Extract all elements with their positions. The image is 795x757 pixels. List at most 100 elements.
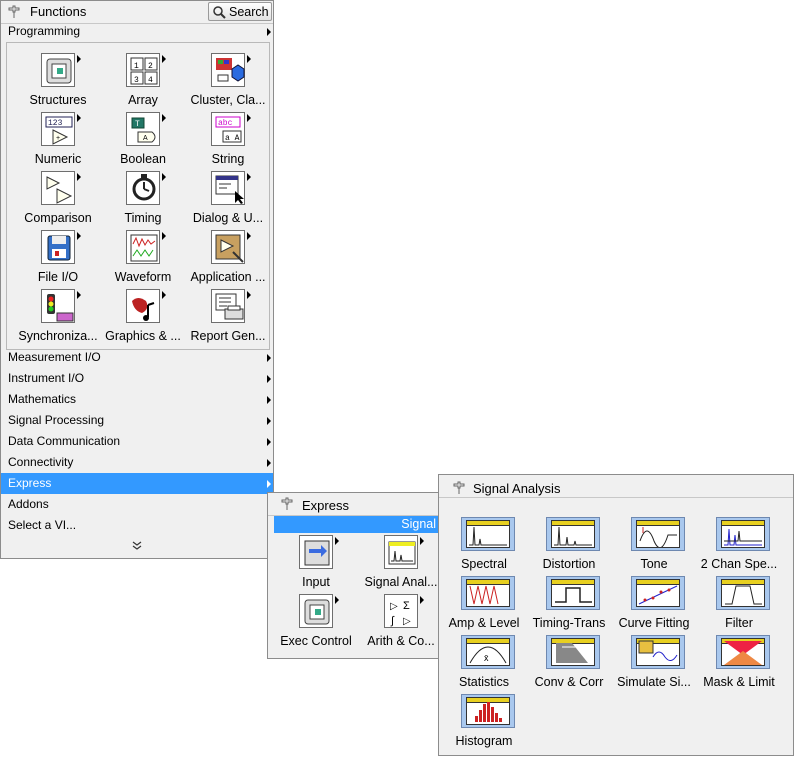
icon-frame xyxy=(126,171,160,205)
icon-frame xyxy=(631,517,685,551)
express-item-exec-control[interactable]: Exec Control xyxy=(273,594,359,653)
signal-analysis-item-mask-limit[interactable]: Mask & Limit xyxy=(696,635,782,694)
graphics-icon xyxy=(132,298,155,321)
icon-canvas xyxy=(636,579,680,607)
palette-item-report[interactable]: Report Gen... xyxy=(185,289,271,348)
palette-item-graphics[interactable]: Graphics & ... xyxy=(100,289,186,348)
palette-item-numeric[interactable]: 123 + Numeric xyxy=(15,112,101,171)
icon-frame xyxy=(211,289,245,323)
select-vi-label: Select a VI... xyxy=(8,518,77,532)
palette-item-label: File I/O xyxy=(37,270,79,284)
category-label: Express xyxy=(8,476,52,490)
icon-frame xyxy=(546,517,600,551)
signal-analysis-item-filter[interactable]: Filter xyxy=(696,576,782,635)
pin-icon[interactable] xyxy=(280,497,294,511)
category-label: Data Communication xyxy=(8,434,121,448)
submenu-arrow-icon xyxy=(77,55,81,63)
report-icon xyxy=(215,293,244,320)
pin-icon[interactable] xyxy=(7,5,21,19)
distortion-icon xyxy=(554,526,592,546)
category-programming[interactable]: Programming xyxy=(1,21,273,42)
functions-palette: Functions Search Programming Structures 1… xyxy=(0,0,274,559)
category-instrument-i-o[interactable]: Instrument I/O xyxy=(1,368,273,389)
programming-icon-grid: Structures 1 2 3 4 Array Cluster, Cla... 123 + Nu… xyxy=(6,42,270,350)
icon-canvas xyxy=(466,697,510,725)
icon-frame xyxy=(126,289,160,323)
palette-item-label: Boolean xyxy=(120,152,166,166)
palette-item-boolean[interactable]: T A Boolean xyxy=(100,112,186,171)
icon-canvas xyxy=(466,579,510,607)
icon-frame xyxy=(211,171,245,205)
palette-item-structures[interactable]: Structures xyxy=(15,53,101,112)
svg-text:123: 123 xyxy=(48,119,63,128)
signal-analysis-item-curve-fitting[interactable]: Curve Fitting xyxy=(611,576,697,635)
search-button[interactable]: Search xyxy=(208,2,272,21)
express-item-input[interactable]: Input xyxy=(273,535,359,594)
submenu-arrow-icon xyxy=(267,28,271,36)
palette-item-label: Timing xyxy=(124,211,162,225)
category-measurement-i-o[interactable]: Measurement I/O xyxy=(1,347,273,368)
signal-analysis-item-two-channel-spectral[interactable]: 2 Chan Spe... xyxy=(696,517,782,576)
double-chevron-down-icon[interactable] xyxy=(132,541,142,551)
icon-frame xyxy=(716,576,770,610)
signal-analysis-item-distortion[interactable]: Distortion xyxy=(526,517,612,576)
submenu-arrow-icon xyxy=(267,396,271,404)
curve-fitting-icon xyxy=(638,585,678,605)
palette-item-application[interactable]: Application ... xyxy=(185,230,271,289)
spectral-icon xyxy=(469,526,507,546)
signal-analysis-item-amp-level[interactable]: Amp & Level xyxy=(441,576,527,635)
palette-item-cluster[interactable]: Cluster, Cla... xyxy=(185,53,271,112)
palette-item-synchronization[interactable]: Synchroniza... xyxy=(15,289,101,348)
palette-item-dialog[interactable]: Dialog & U... xyxy=(185,171,271,230)
icon-frame: 123 + xyxy=(41,112,75,146)
search-icon xyxy=(213,6,226,19)
two-channel-spectral-icon xyxy=(724,528,762,546)
palette-item-file-io[interactable]: File I/O xyxy=(15,230,101,289)
highlight-label: Signal xyxy=(401,517,436,531)
signal-analysis-item-timing-trans[interactable]: Timing-Trans xyxy=(526,576,612,635)
palette-item-waveform[interactable]: Waveform xyxy=(100,230,186,289)
category-label: Addons xyxy=(8,497,49,511)
category-data-communication[interactable]: Data Communication xyxy=(1,431,273,452)
icon-frame xyxy=(461,576,515,610)
category-label: Measurement I/O xyxy=(8,350,101,364)
icon-canvas xyxy=(636,638,680,666)
express-highlight-row[interactable]: Signal xyxy=(274,516,441,533)
svg-text:T: T xyxy=(135,120,140,129)
palette-item-array[interactable]: 1 2 3 4 Array xyxy=(100,53,186,112)
palette-item-string[interactable]: abc a A String xyxy=(185,112,271,171)
signal-analysis-item-histogram[interactable]: Histogram xyxy=(441,694,527,753)
submenu-arrow-icon xyxy=(77,173,81,181)
category-connectivity[interactable]: Connectivity xyxy=(1,452,273,473)
icon-frame xyxy=(41,53,75,87)
submenu-arrow-icon xyxy=(335,537,339,545)
icon-frame xyxy=(631,576,685,610)
express-titlebar: Express xyxy=(268,493,441,516)
palette-item-comparison[interactable]: Comparison xyxy=(15,171,101,230)
express-title: Express xyxy=(302,498,349,513)
category-express[interactable]: Express xyxy=(1,473,273,494)
signal-analysis-item-spectral[interactable]: Spectral xyxy=(441,517,527,576)
histogram-icon xyxy=(475,702,502,722)
icon-canvas xyxy=(721,579,765,607)
signal-analysis-item-conv-corr[interactable]: Conv & Corr xyxy=(526,635,612,694)
icon-frame: x̄ xyxy=(461,635,515,669)
search-label: Search xyxy=(229,5,269,19)
category-addons[interactable]: Addons xyxy=(1,494,273,515)
category-mathematics[interactable]: Mathematics xyxy=(1,389,273,410)
timing-icon xyxy=(132,174,156,201)
palette-item-timing[interactable]: Timing xyxy=(100,171,186,230)
palette-item-label: String xyxy=(211,152,245,166)
svg-text:2: 2 xyxy=(148,62,153,71)
pin-icon[interactable] xyxy=(452,481,466,495)
signal-analysis-item-statistics[interactable]: x̄ Statistics xyxy=(441,635,527,694)
signal-analysis-item-label: Filter xyxy=(725,616,753,630)
icon-canvas xyxy=(551,638,595,666)
palette-item-label: Array xyxy=(128,93,158,107)
select-a-vi[interactable]: Select a VI... xyxy=(1,515,273,536)
submenu-arrow-icon xyxy=(420,537,424,545)
category-signal-processing[interactable]: Signal Processing xyxy=(1,410,273,431)
express-item-label: Exec Control xyxy=(280,634,352,648)
signal-analysis-item-simulate-signal[interactable]: Simulate Si... xyxy=(611,635,697,694)
signal-analysis-item-tone[interactable]: Tone xyxy=(611,517,697,576)
